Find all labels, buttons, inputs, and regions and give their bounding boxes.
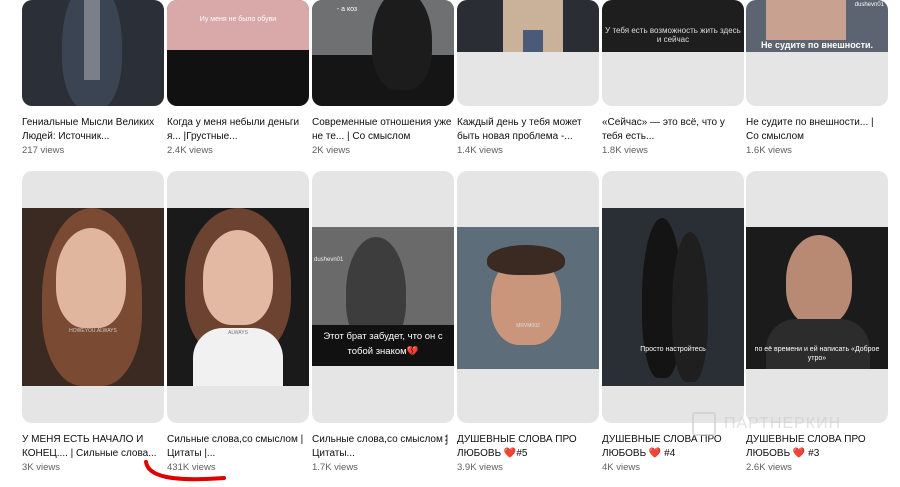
- view-count: 1.4K views: [457, 145, 503, 156]
- view-count: 1.8K views: [602, 145, 648, 156]
- video-frame: MRVM002: [457, 227, 599, 369]
- thumbnail-tie: [523, 30, 543, 52]
- thumbnail-caption: Иу меня не было обуви: [199, 16, 277, 23]
- view-count: 1.7K views: [312, 462, 358, 473]
- video-frame: ALWAYS: [167, 208, 309, 386]
- video-thumbnail[interactable]: У тебя есть возможность жить здесь и сей…: [602, 0, 744, 106]
- video-thumbnail[interactable]: MRVM002: [457, 171, 599, 423]
- video-frame: dushevn01 Этот брат забудет, что он с то…: [312, 227, 454, 366]
- thumbnail-face: [56, 228, 126, 328]
- video-title[interactable]: Современные отношения уже не те... | Со …: [312, 116, 454, 144]
- video-thumbnail[interactable]: ALWAYS: [167, 171, 309, 423]
- thumbnail-caption: Не судите по внешности.: [760, 40, 874, 50]
- video-thumbnail[interactable]: [22, 0, 164, 106]
- view-count: 4K views: [602, 462, 641, 473]
- video-thumbnail[interactable]: по её времени и ей написать «Доброе утро…: [746, 171, 888, 423]
- thumbnail-caption: HOWEYOU.ALWAYS: [69, 328, 117, 334]
- video-title[interactable]: Гениальные Мысли Великих Людей: Источник…: [22, 116, 164, 144]
- video-title[interactable]: Когда у меня небыли деньги я... |Грустны…: [167, 116, 309, 144]
- channel-watermark: dushevn01: [314, 257, 344, 263]
- watermark-logo-icon: [692, 412, 716, 436]
- video-thumbnail[interactable]: HOWEYOU.ALWAYS: [22, 171, 164, 423]
- video-frame: У тебя есть возможность жить здесь и сей…: [602, 0, 744, 52]
- video-thumbnail[interactable]: [457, 0, 599, 106]
- thumbnail-caption: Этот брат забудет, что он с тобой знаком…: [323, 331, 443, 357]
- thumbnail-face: [203, 230, 273, 325]
- view-count: 3.9K views: [457, 462, 503, 473]
- video-title[interactable]: ДУШЕВНЫЕ СЛОВА ПРО ЛЮБОВЬ ❤️ #4: [602, 433, 744, 461]
- view-count: 2.6K views: [746, 462, 792, 473]
- view-count: 217 views: [22, 145, 65, 156]
- video-title[interactable]: «Сейчас» — это всё, что у тебя есть...: [602, 116, 744, 144]
- thumbnail-scene: [766, 0, 846, 40]
- caption-bar: Этот брат забудет, что он с тобой знаком…: [312, 325, 454, 366]
- video-title[interactable]: Не судите по внешности... | Со смыслом: [746, 116, 888, 144]
- video-frame: по её времени и ей написать «Доброе утро…: [746, 227, 888, 369]
- thumbnail-caption: У тебя есть возможность жить здесь и сей…: [605, 26, 741, 44]
- video-thumbnail[interactable]: dushevn01 Этот брат забудет, что он с то…: [312, 171, 454, 423]
- thumbnail-tie: [84, 0, 100, 80]
- red-underline-annotation: [144, 460, 226, 482]
- view-count: 3K views: [22, 462, 61, 473]
- video-title[interactable]: ДУШЕВНЫЕ СЛОВА ПРО ЛЮБОВЬ ❤️#5: [457, 433, 599, 461]
- view-count: 2K views: [312, 145, 351, 156]
- video-frame: HOWEYOU.ALWAYS: [22, 208, 164, 386]
- channel-watermark: dushevn01: [854, 2, 884, 8]
- thumbnail-caption: по её времени и ей написать «Доброе утро…: [754, 346, 880, 362]
- video-title[interactable]: Сильные слова,со смыслом | Цитаты |...: [167, 433, 309, 461]
- video-title[interactable]: Сильные слова,со смыслом | Цитаты...: [312, 433, 454, 461]
- thumbnail-scene: [167, 0, 309, 50]
- thumbnail-sweater: [193, 328, 283, 386]
- video-thumbnail[interactable]: - а коз: [312, 0, 454, 106]
- watermark: ПАРТНЕРКИН: [692, 412, 841, 436]
- video-title[interactable]: ДУШЕВНЫЕ СЛОВА ПРО ЛЮБОВЬ ❤️ #3: [746, 433, 888, 461]
- video-frame: [457, 0, 599, 52]
- video-thumbnail[interactable]: dushevn01 Не судите по внешности.: [746, 0, 888, 106]
- video-thumbnail[interactable]: Иу меня не было обуви: [167, 0, 309, 106]
- thumbnail-caption: MRVM002: [516, 323, 540, 329]
- video-title[interactable]: У МЕНЯ ЕСТЬ НАЧАЛО И КОНЕЦ.... | Сильные…: [22, 433, 164, 461]
- view-count: 1.6K views: [746, 145, 792, 156]
- thumbnail-figure: [372, 0, 432, 90]
- watermark-text: ПАРТНЕРКИН: [724, 415, 842, 433]
- video-frame: Просто настройтесь: [602, 208, 744, 386]
- thumbnail-hair: [487, 245, 565, 275]
- thumbnail-caption: - а коз: [336, 6, 358, 13]
- thumbnail-figure: [672, 232, 708, 382]
- thumbnail-caption: Просто настройтесь: [640, 346, 706, 353]
- thumbnail-caption: ALWAYS: [228, 330, 248, 336]
- video-frame: dushevn01 Не судите по внешности.: [746, 0, 888, 52]
- video-thumbnail[interactable]: Просто настройтесь: [602, 171, 744, 423]
- more-options-icon[interactable]: ⋮: [440, 433, 452, 447]
- video-title[interactable]: Каждый день у тебя может быть новая проб…: [457, 116, 599, 144]
- view-count: 2.4K views: [167, 145, 213, 156]
- thumbnail-face: [786, 235, 852, 325]
